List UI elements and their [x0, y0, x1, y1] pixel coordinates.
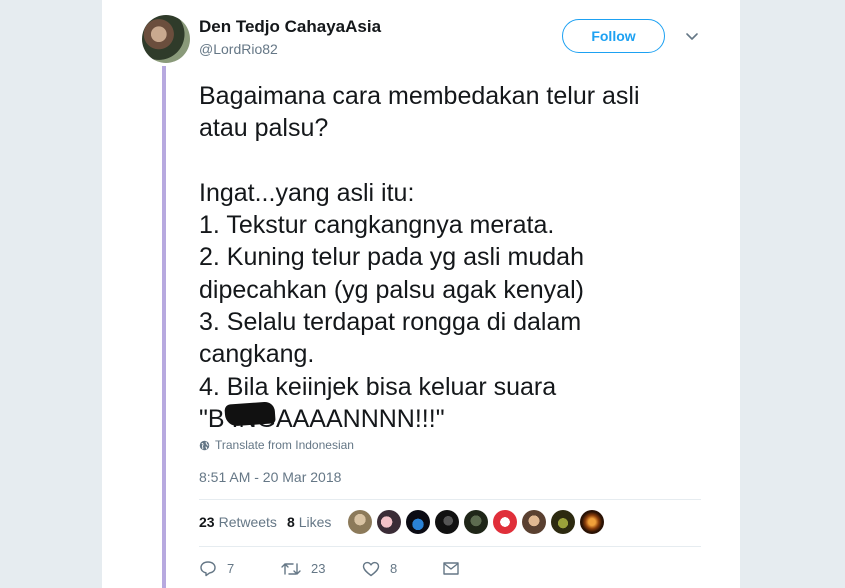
- reply-count: 7: [227, 561, 235, 576]
- translate-link[interactable]: Translate from Indonesian: [199, 438, 354, 452]
- action-bar: 7 23 8: [199, 560, 460, 577]
- avatar[interactable]: [142, 15, 190, 63]
- heart-icon: [362, 561, 380, 576]
- tweet-card: Den Tedjo CahayaAsia @LordRio82 Follow B…: [102, 0, 740, 588]
- like-button[interactable]: 8: [362, 561, 442, 577]
- likes-stat[interactable]: 8 Likes: [287, 514, 331, 530]
- author-handle[interactable]: @LordRio82: [199, 41, 278, 57]
- retweets-stat[interactable]: 23 Retweets: [199, 514, 277, 530]
- follow-button[interactable]: Follow: [562, 19, 665, 53]
- stats-row: 23 Retweets 8 Likes: [199, 514, 341, 530]
- redaction-mark: [224, 401, 276, 427]
- retweets-count: 23: [199, 514, 215, 530]
- retweet-count: 23: [311, 561, 326, 576]
- likes-label: Likes: [298, 514, 332, 530]
- chevron-down-icon[interactable]: [684, 28, 700, 44]
- likes-count: 8: [286, 514, 295, 530]
- retweets-label: Retweets: [218, 514, 277, 530]
- liker-avatar[interactable]: [493, 510, 517, 534]
- reply-icon: [200, 561, 216, 577]
- liker-avatar[interactable]: [580, 510, 604, 534]
- liker-avatar[interactable]: [406, 510, 430, 534]
- globe-icon: [199, 440, 210, 450]
- like-count: 8: [390, 561, 398, 576]
- direct-message-button[interactable]: [442, 561, 460, 577]
- tweet-text: Bagaimana cara membedakan telur asli ata…: [199, 82, 640, 433]
- liker-avatar[interactable]: [464, 510, 488, 534]
- liker-avatar[interactable]: [522, 510, 546, 534]
- divider-bottom: [199, 546, 701, 547]
- liker-avatar[interactable]: [348, 510, 372, 534]
- liker-avatars: [348, 510, 604, 534]
- divider-top: [199, 499, 701, 500]
- liker-avatar[interactable]: [435, 510, 459, 534]
- translate-label: Translate from Indonesian: [215, 438, 354, 452]
- message-icon: [443, 561, 459, 575]
- reply-button[interactable]: 7: [199, 560, 281, 577]
- timestamp[interactable]: 8:51 AM - 20 Mar 2018: [199, 469, 341, 485]
- liker-avatar[interactable]: [377, 510, 401, 534]
- retweet-button[interactable]: 23: [281, 561, 362, 577]
- author-name[interactable]: Den Tedjo CahayaAsia: [199, 17, 381, 37]
- retweet-icon: [281, 562, 301, 575]
- liker-avatar[interactable]: [551, 510, 575, 534]
- thread-line: [162, 66, 166, 588]
